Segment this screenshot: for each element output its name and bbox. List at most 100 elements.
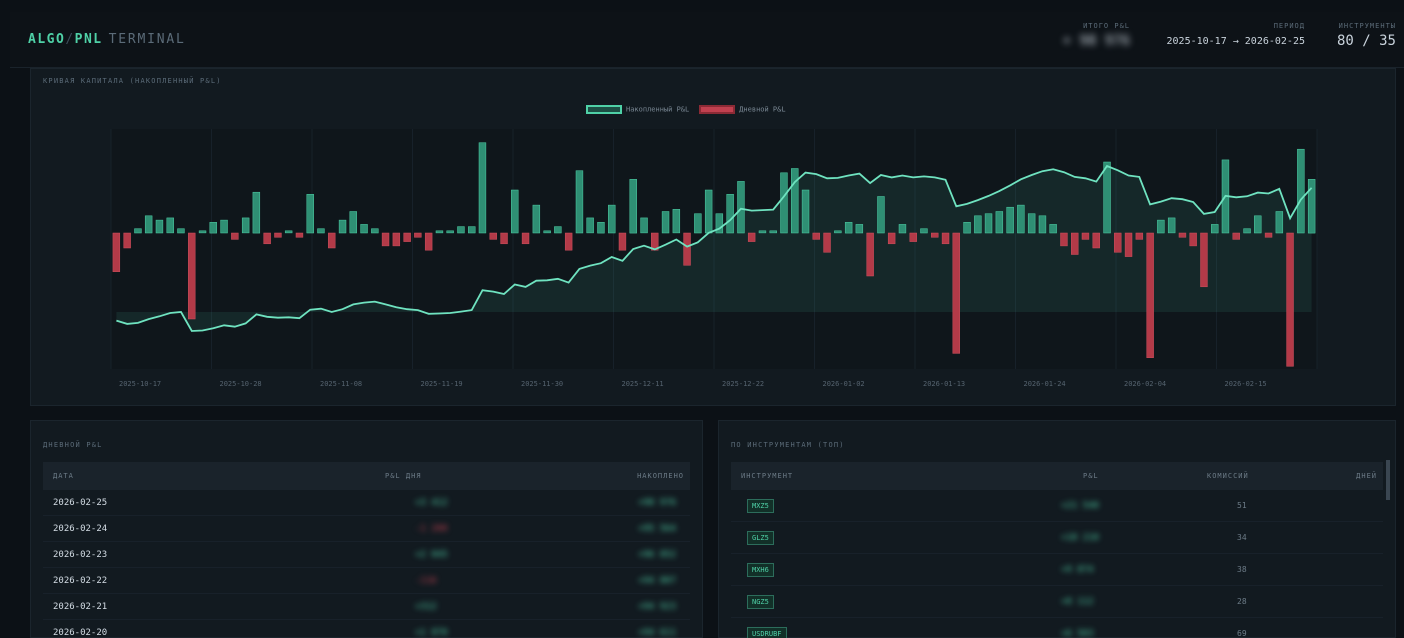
col-pnl[interactable]: P&L <box>1083 472 1099 480</box>
brand-algo: ALGO <box>28 32 66 47</box>
daily-pnl-bar <box>112 232 121 272</box>
daily-pnl-bar <box>984 213 993 234</box>
daily-pnl-bar <box>564 232 573 251</box>
daily-pnl-bar <box>532 204 541 234</box>
daily-pnl-bar <box>392 232 401 247</box>
daily-pnl-bar <box>737 181 745 234</box>
x-tick-label: 2025-12-11 <box>622 380 664 388</box>
daily-pnl-bar <box>1264 232 1273 238</box>
row-day-pnl: +312 <box>415 601 437 612</box>
table-row[interactable]: USDRUBF +6 503 69 <box>731 618 1383 638</box>
col-cumulative[interactable]: НАКОПЛЕНО <box>637 472 684 480</box>
daily-pnl-bar <box>1017 204 1025 234</box>
daily-pnl-bar <box>844 222 853 234</box>
table-row[interactable]: GLZ5 +18 210 34 <box>731 522 1383 554</box>
daily-pnl-bar <box>177 228 185 234</box>
equity-chart[interactable]: 2025-10-17 2025-10-28 2025-11-08 2025-11-19… <box>31 69 1397 407</box>
row-instrument-pnl: +6 503 <box>1061 628 1094 638</box>
instrument-tag[interactable]: NGZ5 <box>747 594 774 609</box>
row-fees: 34 <box>1237 533 1247 542</box>
row-cumulative: +94 611 <box>638 627 676 638</box>
row-instrument-pnl: +8 112 <box>1061 596 1094 607</box>
daily-pnl-bar <box>909 232 917 242</box>
daily-pnl-bar <box>1286 232 1294 367</box>
daily-pnl-bar <box>360 224 368 234</box>
daily-pnl-bar <box>920 228 928 234</box>
daily-pnl-bar <box>489 232 497 240</box>
daily-pnl-bar <box>1232 232 1240 240</box>
row-instrument-pnl: +21 540 <box>1061 500 1099 511</box>
col-date[interactable]: ДАТА <box>53 472 74 480</box>
daily-pnl-bar <box>123 232 131 249</box>
col-days[interactable]: ДНЕЙ <box>1356 472 1377 480</box>
daily-pnl-bar <box>155 219 164 234</box>
daily-pnl-bar <box>694 213 702 234</box>
col-fees[interactable]: КОМИССИЙ <box>1207 472 1249 480</box>
daily-pnl-bar <box>995 211 1004 234</box>
daily-pnl-bar <box>1071 232 1079 255</box>
table-row[interactable]: 2026-02-25 +3 412 +98 976 <box>43 490 690 516</box>
row-cumulative: +94 807 <box>638 575 676 586</box>
table-row[interactable]: 2026-02-22 -116 +94 807 <box>43 568 690 594</box>
daily-pnl-bar <box>435 230 444 234</box>
brand-terminal: TERMINAL <box>108 32 186 47</box>
daily-pnl-bar <box>952 232 960 354</box>
daily-pnl-bar <box>263 232 271 245</box>
table-row[interactable]: 2026-02-23 +2 045 +96 852 <box>43 542 690 568</box>
instrument-tag[interactable]: MXZ5 <box>747 498 774 513</box>
daily-pnl-bar <box>1157 219 1165 234</box>
daily-pnl-bar <box>134 228 142 234</box>
daily-pnl-bar <box>791 168 799 234</box>
table-row[interactable]: MXZ5 +21 540 51 <box>731 490 1383 522</box>
daily-pnl-bar <box>640 217 648 234</box>
instruments-scrollbar[interactable] <box>1386 460 1390 500</box>
instruments-label: ИНСТРУМЕНТЫ <box>1338 22 1396 30</box>
daily-pnl-bar <box>1243 228 1251 234</box>
daily-pnl-bar <box>780 172 788 234</box>
daily-pnl-bar <box>887 232 896 245</box>
daily-pnl-bar <box>1178 232 1187 238</box>
daily-pnl-bar <box>834 230 842 234</box>
daily-pnl-bar <box>586 217 594 234</box>
daily-pnl-bar <box>1189 232 1197 247</box>
daily-pnl-bar <box>1081 232 1090 240</box>
instrument-tag[interactable]: USDRUBF <box>747 626 787 638</box>
daily-pnl-bar <box>597 222 605 234</box>
col-instrument[interactable]: ИНСТРУМЕНТ <box>741 472 793 480</box>
x-tick-label: 2026-02-15 <box>1225 380 1267 388</box>
row-cumulative: +94 923 <box>638 601 676 612</box>
total-pnl-value: + 98 976 <box>1062 33 1130 49</box>
daily-pnl-bar <box>1307 179 1316 234</box>
daily-pnl-bar <box>220 219 228 234</box>
daily-pnl-bar <box>284 230 293 234</box>
x-tick-label: 2025-10-28 <box>220 380 262 388</box>
instruments-table-title: ПО ИНСТРУМЕНТАМ (ТОП) <box>731 441 845 449</box>
row-instrument-pnl: +18 210 <box>1061 532 1099 543</box>
period-stat: ПЕРИОД 2025-10-17 → 2026-02-25 <box>1135 22 1305 47</box>
col-day-pnl[interactable]: P&L ДНЯ <box>385 472 422 480</box>
x-tick-label: 2025-10-17 <box>119 380 161 388</box>
row-date: 2026-02-22 <box>53 575 108 586</box>
x-tick-label: 2026-01-13 <box>923 380 965 388</box>
daily-pnl-bar <box>963 222 971 234</box>
row-day-pnl: +1 870 <box>415 627 448 638</box>
daily-pnl-bar <box>349 211 357 234</box>
daily-pnl-bar <box>823 232 831 253</box>
table-row[interactable]: NGZ5 +8 112 28 <box>731 586 1383 618</box>
daily-pnl-bar <box>511 189 519 234</box>
table-row[interactable]: 2026-02-20 +1 870 +94 611 <box>43 620 690 638</box>
x-tick-label: 2025-12-22 <box>722 380 764 388</box>
x-tick-label: 2025-11-08 <box>320 380 362 388</box>
table-row[interactable]: 2026-02-24 -1 288 +95 564 <box>43 516 690 542</box>
daily-pnl-bar <box>747 232 756 242</box>
table-row[interactable]: 2026-02-21 +312 +94 923 <box>43 594 690 620</box>
row-day-pnl: +2 045 <box>415 549 448 560</box>
instrument-tag[interactable]: MXH6 <box>747 562 774 577</box>
daily-pnl-bar <box>618 232 627 251</box>
x-tick-label: 2026-01-02 <box>823 380 865 388</box>
row-day-pnl: +3 412 <box>415 497 448 508</box>
daily-pnl-bar <box>855 224 864 234</box>
table-row[interactable]: MXH6 +9 874 38 <box>731 554 1383 586</box>
daily-pnl-bar <box>231 232 239 240</box>
instrument-tag[interactable]: GLZ5 <box>747 530 774 545</box>
